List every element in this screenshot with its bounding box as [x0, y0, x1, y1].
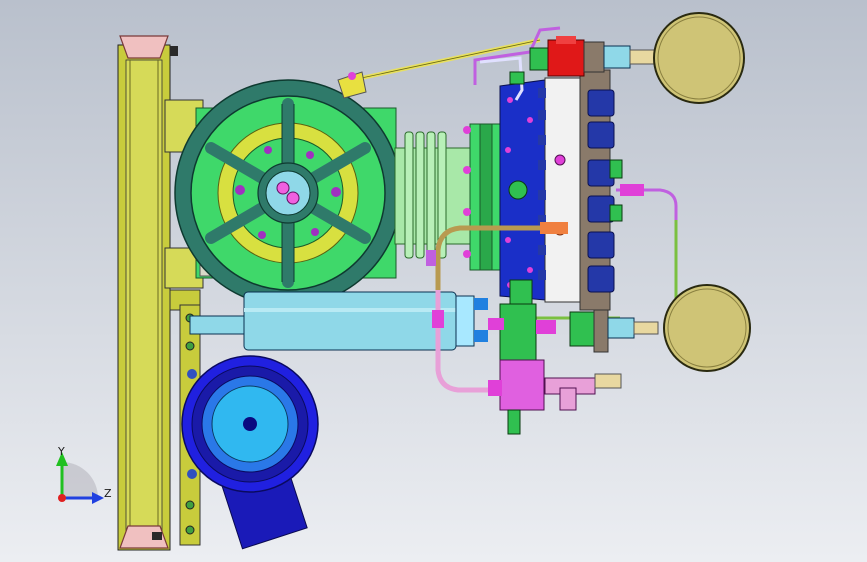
coordinate-triad-icon[interactable]: Y Z [56, 445, 112, 504]
motor-icon[interactable] [181, 355, 319, 550]
cad-viewport[interactable]: Y Z [0, 0, 867, 562]
y-axis-label: Y [57, 445, 65, 458]
compressor-assembly-model[interactable]: Y Z [0, 0, 867, 562]
cylinder-fins [394, 123, 501, 271]
z-axis-label: Z [104, 487, 112, 500]
pressure-gauge-icon[interactable] [663, 284, 751, 372]
pressure-gauge-icon[interactable] [653, 12, 745, 104]
head-bolts [579, 69, 623, 311]
flywheel-icon[interactable] [174, 79, 402, 307]
